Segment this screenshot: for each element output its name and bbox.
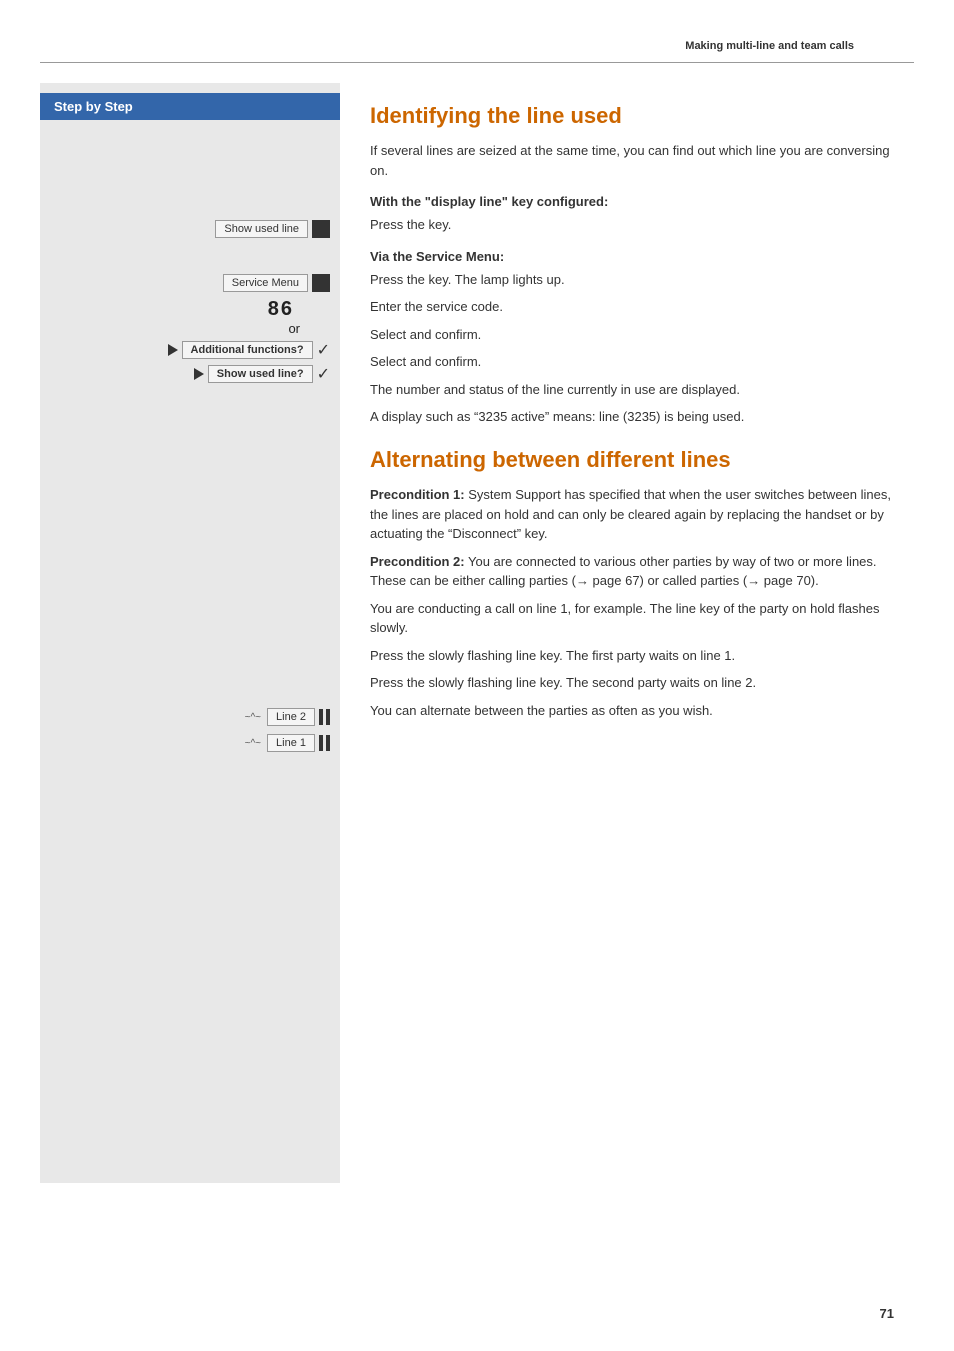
or-label: or: [50, 321, 330, 336]
left-panel: Step by Step Show used line Service Menu…: [40, 83, 340, 1183]
section1-intro: If several lines are seized at the same …: [370, 141, 894, 180]
precondition1-label: Precondition 1:: [370, 487, 465, 502]
subsection2-title: Via the Service Menu:: [370, 249, 894, 264]
precondition1: Precondition 1: System Support has speci…: [370, 485, 894, 544]
header-text: Making multi-line and team calls: [685, 40, 854, 52]
service-code: 86: [50, 298, 330, 321]
precondition2: Precondition 2: You are connected to var…: [370, 552, 894, 591]
arrow-icon-1: [168, 344, 178, 356]
step4-text: Select and confirm.: [370, 325, 894, 345]
additional-functions-button[interactable]: Additional functions?: [182, 341, 313, 359]
show-used-line-row: Show used line: [50, 220, 330, 238]
line1-button[interactable]: Line 1: [267, 734, 315, 752]
line1-indicator: [319, 735, 330, 751]
result2-text: A display such as “3235 active” means: l…: [370, 407, 894, 427]
line2-row: ~^~ Line 2: [50, 708, 330, 726]
step-line1-text: Press the slowly flashing line key. The …: [370, 673, 894, 693]
page-header: Making multi-line and team calls: [40, 0, 914, 63]
arrow-icon-2: [194, 368, 204, 380]
line2-button[interactable]: Line 2: [267, 708, 315, 726]
final-text: You can alternate between the parties as…: [370, 701, 894, 721]
step3-text: Enter the service code.: [370, 297, 894, 317]
service-menu-row: Service Menu: [50, 274, 330, 292]
scenario-text: You are conducting a call on line 1, for…: [370, 599, 894, 638]
step2-text: Press the key. The lamp lights up.: [370, 270, 894, 290]
checkmark-2: ✓: [317, 364, 330, 384]
additional-functions-row: Additional functions? ✓: [50, 340, 330, 360]
step1-text: Press the key.: [370, 215, 894, 235]
flash-symbol-2: ~^~: [245, 712, 261, 723]
show-used-line-q-row: Show used line? ✓: [50, 364, 330, 384]
line1-row: ~^~ Line 1: [50, 734, 330, 752]
subsection1-title: With the "display line" key configured:: [370, 194, 894, 209]
step-by-step-header: Step by Step: [40, 93, 340, 120]
result1-text: The number and status of the line curren…: [370, 380, 894, 400]
precondition2-label: Precondition 2:: [370, 554, 465, 569]
checkmark-1: ✓: [317, 340, 330, 360]
section1-title: Identifying the line used: [370, 103, 894, 129]
show-used-line-button[interactable]: Show used line: [215, 220, 308, 238]
service-menu-indicator: [312, 274, 330, 292]
flash-symbol-1: ~^~: [245, 738, 261, 749]
step5-text: Select and confirm.: [370, 352, 894, 372]
line2-indicator: [319, 709, 330, 725]
button-indicator: [312, 220, 330, 238]
step-line2-text: Press the slowly flashing line key. The …: [370, 646, 894, 666]
page-number: 71: [880, 1306, 894, 1321]
right-panel: Identifying the line used If several lin…: [340, 83, 914, 1183]
section2-title: Alternating between different lines: [370, 447, 894, 473]
service-menu-button[interactable]: Service Menu: [223, 274, 308, 292]
show-used-line-q-button[interactable]: Show used line?: [208, 365, 313, 383]
